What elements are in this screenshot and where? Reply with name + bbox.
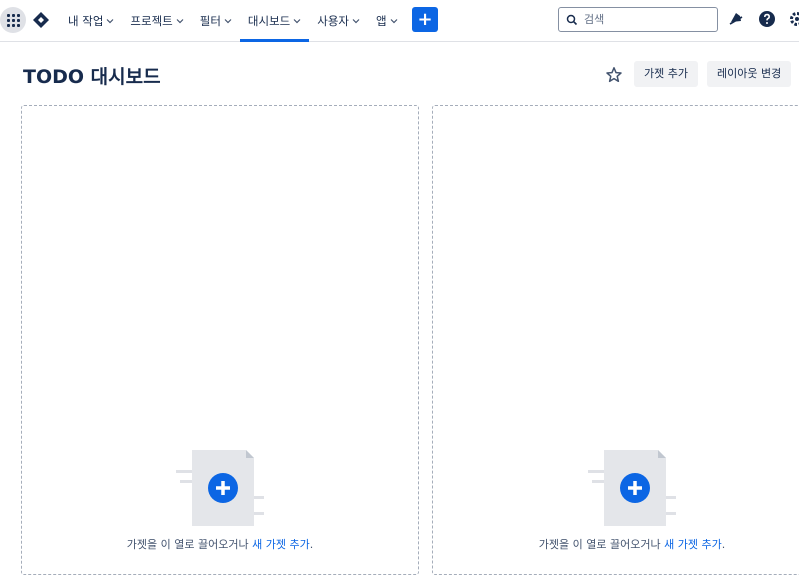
notifications-icon[interactable] — [727, 10, 745, 28]
nav-item-label: 프로젝트 — [130, 13, 172, 29]
nav-item-people[interactable]: 사용자 — [309, 0, 368, 42]
jira-logo-icon[interactable] — [33, 12, 49, 28]
page-title: TODO 대시보드 — [23, 62, 161, 89]
search-icon — [566, 14, 578, 26]
hint-text: 가젯을 이 열로 끌어오거나 — [127, 538, 252, 551]
new-gadget-link[interactable]: 새 가젯 추가 — [664, 538, 722, 551]
nav-item-label: 대시보드 — [248, 13, 290, 29]
nav-item-projects[interactable]: 프로젝트 — [122, 0, 191, 42]
star-icon[interactable] — [605, 66, 623, 84]
chevron-down-icon — [390, 17, 398, 25]
main-nav: 내 작업 프로젝트 필터 대시보드 사용자 앱 — [60, 0, 406, 42]
empty-column-hint: 가젯을 이 열로 끌어오거나 새 가젯 추가. — [433, 536, 799, 552]
nav-item-apps[interactable]: 앱 — [368, 0, 406, 42]
search-input[interactable] — [584, 13, 704, 26]
chevron-down-icon — [176, 17, 184, 25]
nav-item-dashboards[interactable]: 대시보드 — [240, 0, 309, 42]
settings-icon[interactable] — [788, 10, 799, 28]
hint-text: 가젯을 이 열로 끌어오거나 — [539, 538, 664, 551]
add-gadget-button[interactable]: 가젯 추가 — [634, 61, 698, 87]
chevron-down-icon — [293, 17, 301, 25]
hint-end: . — [310, 538, 314, 551]
empty-column-state: 가젯을 이 열로 끌어오거나 새 가젯 추가. — [433, 446, 799, 552]
hint-end: . — [722, 538, 726, 551]
top-navigation: 내 작업 프로젝트 필터 대시보드 사용자 앱 + — [0, 0, 799, 42]
add-gadget-illustration-icon — [174, 446, 266, 530]
nav-item-filters[interactable]: 필터 — [192, 0, 240, 42]
empty-column-hint: 가젯을 이 열로 끌어오거나 새 가젯 추가. — [22, 536, 418, 552]
chevron-down-icon — [106, 17, 114, 25]
chevron-down-icon — [224, 17, 232, 25]
create-button[interactable]: + — [412, 7, 438, 32]
dashboard-column-2[interactable]: 가젯을 이 열로 끌어오거나 새 가젯 추가. — [432, 105, 799, 575]
nav-item-label: 내 작업 — [68, 13, 103, 29]
nav-item-label: 필터 — [200, 13, 221, 29]
new-gadget-link[interactable]: 새 가젯 추가 — [252, 538, 310, 551]
search-box[interactable] — [558, 7, 718, 32]
app-switcher-icon[interactable] — [0, 7, 26, 33]
add-gadget-illustration-icon — [586, 446, 678, 530]
empty-column-state: 가젯을 이 열로 끌어오거나 새 가젯 추가. — [22, 446, 418, 552]
chevron-down-icon — [352, 17, 360, 25]
change-layout-button[interactable]: 레이아웃 변경 — [707, 61, 791, 87]
nav-item-label: 앱 — [376, 13, 387, 29]
help-icon[interactable] — [758, 10, 776, 28]
dashboard-column-1[interactable]: 가젯을 이 열로 끌어오거나 새 가젯 추가. — [21, 105, 419, 575]
nav-item-my-work[interactable]: 내 작업 — [60, 0, 122, 42]
nav-item-label: 사용자 — [317, 13, 349, 29]
